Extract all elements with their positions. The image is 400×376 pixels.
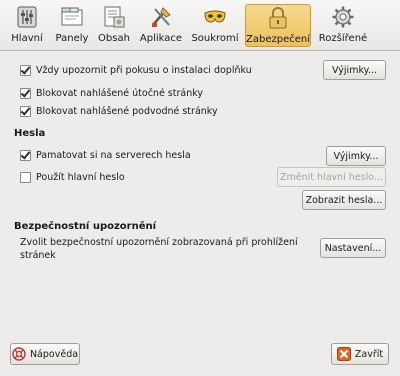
- tab-label: Aplikace: [139, 33, 183, 44]
- tab-aplikace[interactable]: Aplikace: [136, 4, 186, 47]
- passwords-heading: Hesla: [14, 128, 46, 139]
- sliders-icon: [15, 5, 39, 29]
- remember-passwords-row[interactable]: Pamatovat si na serverech hesla: [20, 150, 191, 161]
- tab-label: Rozšířené: [318, 33, 368, 44]
- master-password-row[interactable]: Použít hlavní heslo: [20, 172, 125, 183]
- tab-soukromi[interactable]: Soukromí: [189, 4, 241, 47]
- preferences-toolbar: Hlavní Panely Obsah Aplikace Soukromí Za…: [0, 0, 400, 51]
- lock-icon: [266, 6, 290, 30]
- tab-label: Panely: [55, 33, 89, 44]
- warnings-settings-button[interactable]: Nastavení...: [320, 238, 386, 258]
- help-button[interactable]: Nápověda: [10, 343, 80, 365]
- remember-passwords-label: Pamatovat si na serverech hesla: [36, 150, 191, 161]
- block-attack-row[interactable]: Blokovat nahlášené útočné stránky: [20, 88, 203, 99]
- addons-warn-label: Vždy upozornit při pokusu o instalaci do…: [36, 65, 252, 76]
- close-icon: [336, 347, 351, 361]
- tab-hlavni[interactable]: Hlavní: [6, 4, 48, 47]
- addons-warn-row[interactable]: Vždy upozornit při pokusu o instalaci do…: [20, 65, 252, 76]
- block-attack-checkbox[interactable]: [20, 88, 31, 99]
- help-icon: [12, 347, 26, 361]
- gear-icon: [331, 5, 355, 29]
- warnings-description: Zvolit bezpečnostní upozornění zobrazova…: [20, 237, 298, 261]
- close-label: Zavřít: [354, 348, 384, 360]
- change-master-password-button[interactable]: Změnit hlavní heslo...: [277, 167, 386, 187]
- privacy-mask-icon: [203, 5, 227, 29]
- master-password-label: Použít hlavní heslo: [36, 172, 125, 183]
- tab-label: Hlavní: [11, 33, 43, 44]
- tab-zabezpeceni[interactable]: Zabezpečení: [245, 4, 311, 47]
- warnings-heading: Bezpečnostní upozornění: [14, 221, 157, 232]
- block-forgery-label: Blokovat nahlášené podvodné stránky: [36, 106, 218, 117]
- tab-label: Zabezpečení: [246, 34, 310, 45]
- password-exceptions-button[interactable]: Výjimky...: [326, 146, 386, 166]
- show-passwords-button[interactable]: Zobrazit hesla...: [302, 190, 386, 210]
- content-icon: [102, 5, 126, 29]
- addons-exceptions-button[interactable]: Výjimky...: [323, 60, 386, 80]
- block-attack-label: Blokovat nahlášené útočné stránky: [36, 88, 204, 99]
- tab-rozsirene[interactable]: Rozšířené: [315, 4, 371, 47]
- help-label: Nápověda: [29, 348, 79, 360]
- tab-obsah[interactable]: Obsah: [96, 4, 132, 47]
- block-forgery-checkbox[interactable]: [20, 106, 31, 117]
- tab-label: Obsah: [98, 33, 130, 44]
- applications-icon: [149, 5, 173, 29]
- block-forgery-row[interactable]: Blokovat nahlášené podvodné stránky: [20, 106, 218, 117]
- addons-warn-checkbox[interactable]: [20, 65, 31, 76]
- tabs-icon: [60, 5, 84, 29]
- tab-label: Soukromí: [191, 33, 239, 44]
- tab-panely[interactable]: Panely: [52, 4, 92, 47]
- remember-passwords-checkbox[interactable]: [20, 150, 31, 161]
- master-password-checkbox[interactable]: [20, 172, 31, 183]
- close-button[interactable]: Zavřít: [331, 343, 389, 365]
